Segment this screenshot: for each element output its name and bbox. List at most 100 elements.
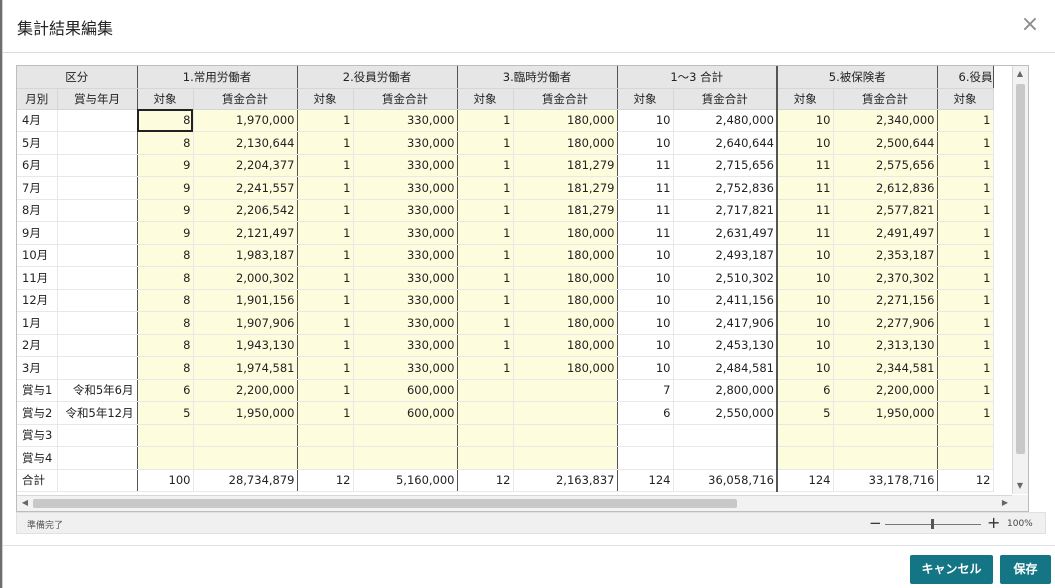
- wage-cell[interactable]: 330,000: [353, 109, 458, 132]
- wage-cell[interactable]: 2,484,581: [673, 356, 778, 380]
- count-cell[interactable]: 8: [137, 244, 194, 267]
- count-cell[interactable]: 8: [137, 131, 194, 155]
- scroll-down-icon[interactable]: ▼: [1013, 479, 1027, 493]
- count-cell[interactable]: 10: [777, 109, 834, 132]
- count-cell[interactable]: 8: [137, 356, 194, 380]
- count-cell[interactable]: 9: [137, 199, 194, 222]
- count-cell[interactable]: [937, 424, 994, 447]
- count-cell[interactable]: 10: [617, 334, 674, 357]
- wage-cell[interactable]: 181,279: [513, 199, 618, 222]
- count-cell[interactable]: 1: [457, 289, 514, 312]
- wage-cell[interactable]: 180,000: [513, 221, 618, 245]
- count-cell[interactable]: 10: [777, 356, 834, 380]
- count-cell[interactable]: 10: [617, 109, 674, 132]
- wage-cell[interactable]: 2,631,497: [673, 221, 778, 245]
- wage-cell[interactable]: 2,715,656: [673, 154, 778, 177]
- count-cell[interactable]: [297, 424, 354, 447]
- bonus-month-cell[interactable]: [57, 446, 138, 470]
- wage-cell[interactable]: [513, 401, 618, 425]
- count-cell[interactable]: 11: [777, 199, 834, 222]
- wage-cell[interactable]: [513, 379, 618, 402]
- wage-cell[interactable]: 2,344,581: [833, 356, 938, 380]
- wage-cell[interactable]: 180,000: [513, 266, 618, 290]
- count-cell[interactable]: 10: [617, 244, 674, 267]
- wage-cell[interactable]: 2,550,000: [673, 401, 778, 425]
- wage-cell[interactable]: 180,000: [513, 244, 618, 267]
- count-cell[interactable]: 7: [617, 379, 674, 402]
- count-cell[interactable]: 1: [457, 356, 514, 380]
- count-cell[interactable]: 1: [937, 379, 994, 402]
- wage-cell[interactable]: 1,974,581: [193, 356, 298, 380]
- count-cell[interactable]: 11: [617, 154, 674, 177]
- wage-cell[interactable]: 2,417,906: [673, 311, 778, 335]
- count-cell[interactable]: 10: [617, 289, 674, 312]
- count-cell[interactable]: 1: [937, 266, 994, 290]
- count-cell[interactable]: 1: [297, 334, 354, 357]
- count-cell[interactable]: 1: [297, 401, 354, 425]
- wage-cell[interactable]: 330,000: [353, 131, 458, 155]
- count-cell[interactable]: 1: [937, 289, 994, 312]
- wage-cell[interactable]: 330,000: [353, 176, 458, 200]
- wage-cell[interactable]: 180,000: [513, 356, 618, 380]
- wage-cell[interactable]: 180,000: [513, 334, 618, 357]
- count-cell[interactable]: 1: [937, 176, 994, 200]
- wage-cell[interactable]: 2,612,836: [833, 176, 938, 200]
- wage-cell[interactable]: 1,907,906: [193, 311, 298, 335]
- count-cell[interactable]: 6: [617, 401, 674, 425]
- wage-cell[interactable]: [513, 446, 618, 470]
- bonus-month-cell[interactable]: 令和5年6月: [57, 379, 138, 402]
- wage-cell[interactable]: 1,901,156: [193, 289, 298, 312]
- wage-cell[interactable]: 2,200,000: [193, 379, 298, 402]
- count-cell[interactable]: 1: [297, 379, 354, 402]
- count-cell[interactable]: 1: [297, 154, 354, 177]
- count-cell[interactable]: 1: [457, 221, 514, 245]
- wage-cell[interactable]: 330,000: [353, 199, 458, 222]
- zoom-slider-handle[interactable]: [931, 519, 934, 529]
- wage-cell[interactable]: 330,000: [353, 356, 458, 380]
- count-cell[interactable]: 5: [137, 401, 194, 425]
- count-cell[interactable]: 8: [137, 311, 194, 335]
- count-cell[interactable]: 10: [617, 266, 674, 290]
- count-cell[interactable]: 1: [457, 311, 514, 335]
- count-cell[interactable]: 1: [297, 131, 354, 155]
- count-cell[interactable]: 1: [937, 131, 994, 155]
- wage-cell[interactable]: 2,277,906: [833, 311, 938, 335]
- wage-cell[interactable]: 2,453,130: [673, 334, 778, 357]
- wage-cell[interactable]: 330,000: [353, 266, 458, 290]
- count-cell[interactable]: [137, 424, 194, 447]
- count-cell[interactable]: 1: [937, 311, 994, 335]
- wage-cell[interactable]: 1,983,187: [193, 244, 298, 267]
- wage-cell[interactable]: 2,491,497: [833, 221, 938, 245]
- wage-cell[interactable]: 600,000: [353, 401, 458, 425]
- count-cell[interactable]: 10: [777, 131, 834, 155]
- count-cell[interactable]: 8: [137, 289, 194, 312]
- cancel-button[interactable]: キャンセル: [910, 555, 993, 584]
- count-cell[interactable]: 11: [777, 176, 834, 200]
- wage-cell[interactable]: 2,752,836: [673, 176, 778, 200]
- wage-cell[interactable]: 2,717,821: [673, 199, 778, 222]
- count-cell[interactable]: 11: [777, 221, 834, 245]
- count-cell[interactable]: 1: [457, 176, 514, 200]
- wage-cell[interactable]: 330,000: [353, 334, 458, 357]
- count-cell[interactable]: 1: [457, 109, 514, 132]
- wage-cell[interactable]: 1,950,000: [833, 401, 938, 425]
- count-cell[interactable]: 9: [137, 154, 194, 177]
- wage-cell[interactable]: 330,000: [353, 311, 458, 335]
- count-cell[interactable]: 6: [137, 379, 194, 402]
- count-cell[interactable]: [777, 446, 834, 470]
- count-cell[interactable]: 9: [137, 221, 194, 245]
- wage-cell[interactable]: 2,510,302: [673, 266, 778, 290]
- count-cell[interactable]: 1: [457, 154, 514, 177]
- count-cell[interactable]: 10: [777, 244, 834, 267]
- count-cell[interactable]: 1: [297, 109, 354, 132]
- scroll-right-icon[interactable]: ▶: [998, 496, 1012, 510]
- count-cell[interactable]: 1: [937, 199, 994, 222]
- count-cell[interactable]: 1: [937, 109, 994, 132]
- wage-cell[interactable]: [833, 424, 938, 447]
- count-cell[interactable]: 8: [137, 334, 194, 357]
- bonus-month-cell[interactable]: [57, 424, 138, 447]
- wage-cell[interactable]: 2,577,821: [833, 199, 938, 222]
- wage-cell[interactable]: 330,000: [353, 244, 458, 267]
- count-cell[interactable]: 11: [617, 221, 674, 245]
- count-cell[interactable]: 1: [937, 154, 994, 177]
